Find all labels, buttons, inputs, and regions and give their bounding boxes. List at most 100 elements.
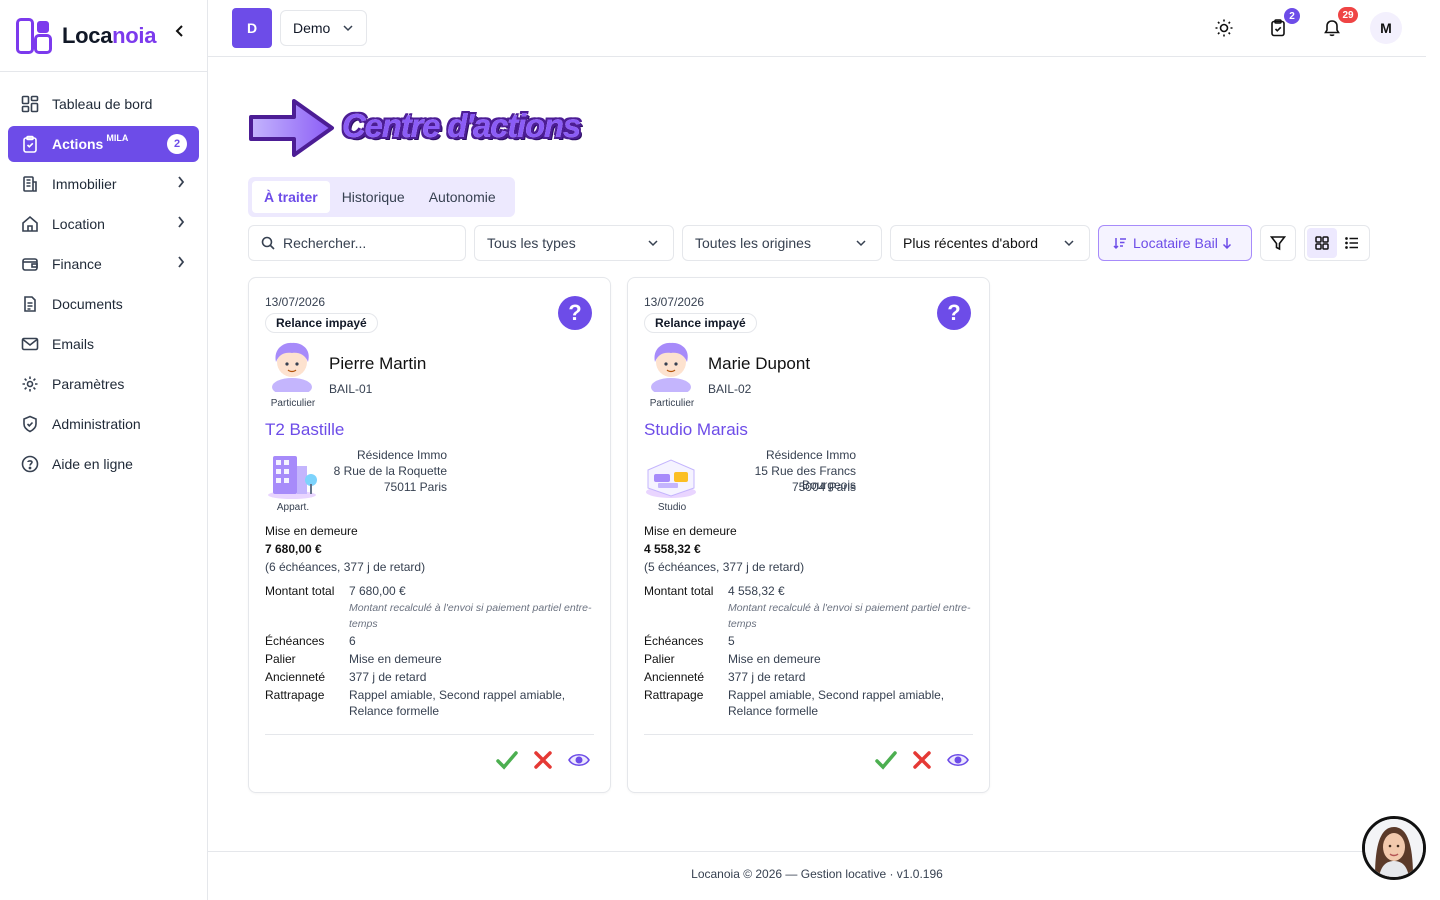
organization-select[interactable]: Demo <box>280 10 367 46</box>
approve-check-icon[interactable] <box>495 748 519 772</box>
echeances-value: 6 <box>349 634 356 648</box>
brand-name: Locanoia <box>62 22 157 48</box>
list-view-icon[interactable] <box>1337 228 1367 258</box>
origin-filter-select[interactable]: Toutes les origines <box>682 225 882 261</box>
total-value: 7 680,00 € <box>349 584 406 598</box>
question-mark-icon[interactable]: ? <box>558 296 592 330</box>
tenant-avatar <box>651 342 691 392</box>
tenant-avatar <box>272 342 312 392</box>
tab-autonomie[interactable]: Autonomie <box>417 181 508 213</box>
rattrapage-label: Rattrapage <box>644 688 704 702</box>
property-type: Studio <box>657 502 687 513</box>
address-line-1: Résidence Immo <box>765 448 856 462</box>
echeances-value: 5 <box>728 634 735 648</box>
chevron-down-icon <box>342 21 354 38</box>
tenant-name: Pierre Martin <box>329 354 427 373</box>
action-card: 13/07/2026 Relance impayé ? Particulier … <box>248 277 611 793</box>
tab-historique[interactable]: Historique <box>330 181 417 213</box>
footer-text: Locanoia © 2026 — Gestion locative · v1.… <box>691 867 943 881</box>
type-filter-select[interactable]: Tous les types <box>474 225 674 261</box>
stage-label: Mise en demeure <box>265 524 358 538</box>
reject-cross-icon[interactable] <box>910 748 934 772</box>
shield-icon <box>20 414 40 434</box>
sidebar-item-label: Paramètres <box>52 376 125 392</box>
sidebar-item-location[interactable]: Location <box>8 206 199 242</box>
palier-value: Mise en demeure <box>728 652 821 666</box>
sidebar-item-label: Administration <box>52 416 141 432</box>
anciennete-label: Ancienneté <box>644 670 705 684</box>
total-label: Montant total <box>644 584 714 598</box>
sidebar-item-immobilier[interactable]: Immobilier <box>8 166 199 202</box>
tenant-category: Particulier <box>270 398 316 409</box>
total-label: Montant total <box>265 584 335 598</box>
tab-a-traiter[interactable]: À traiter <box>252 181 330 213</box>
stage-label: Mise en demeure <box>644 524 737 538</box>
user-avatar[interactable]: M <box>1370 12 1402 44</box>
address-line-3: 75011 Paris <box>383 480 447 494</box>
chevron-right-icon <box>177 255 185 272</box>
chevron-down-icon <box>1063 236 1075 253</box>
overdue-amount: 7 680,00 € <box>265 542 322 556</box>
overdue-detail: (6 échéances, 377 j de retard) <box>265 560 426 574</box>
palier-value: Mise en demeure <box>349 652 442 666</box>
studio-room-icon <box>646 459 696 498</box>
sidebar-item-finance[interactable]: Finance <box>8 246 199 282</box>
search-icon <box>261 236 275 250</box>
sidebar-item-emails[interactable]: Emails <box>8 326 199 362</box>
action-date: 13/07/2026 <box>265 295 326 309</box>
org-initial-badge[interactable]: D <box>232 8 272 48</box>
anciennete-value: 377 j de retard <box>728 670 806 684</box>
total-value: 4 558,32 € <box>728 584 785 598</box>
search-input[interactable]: Rechercher... <box>248 225 466 261</box>
chevron-left-icon[interactable] <box>175 24 185 43</box>
action-date: 13/07/2026 <box>644 295 705 309</box>
mila-superscript: MILA <box>106 133 129 143</box>
lease-reference: BAIL-01 <box>329 382 373 396</box>
grid-view-icon[interactable] <box>1307 228 1337 258</box>
rattrapage-value-1: Rappel amiable, Second rappel amiable, <box>728 688 945 702</box>
dashboard-icon <box>20 94 40 114</box>
sidebar-item-label: Actions <box>52 136 104 152</box>
sidebar-item-documents[interactable]: Documents <box>8 286 199 322</box>
view-eye-icon[interactable] <box>946 748 970 772</box>
property-name-link[interactable]: T2 Bastille <box>265 420 344 440</box>
brand-logo-icon <box>16 17 52 54</box>
chevron-down-icon <box>647 236 659 253</box>
view-eye-icon[interactable] <box>567 748 591 772</box>
approve-check-icon[interactable] <box>874 748 898 772</box>
sidebar-item-aide-en-ligne[interactable]: Aide en ligne <box>8 446 199 482</box>
apartment-building-icon <box>268 456 317 499</box>
theme-toggle-sun-icon[interactable] <box>1212 16 1236 40</box>
chevron-right-icon <box>177 175 185 192</box>
order-select-value: Plus récentes d'abord <box>903 235 1038 251</box>
sidebar-item-administration[interactable]: Administration <box>8 406 199 442</box>
sort-by-button[interactable]: Locataire Bail <box>1098 225 1252 261</box>
order-select[interactable]: Plus récentes d'abord <box>890 225 1090 261</box>
sidebar-item-tableau-de-bord[interactable]: Tableau de bord <box>8 86 199 122</box>
sidebar-item-label: Documents <box>52 296 123 312</box>
organization-select-value: Demo <box>293 20 331 36</box>
property-name-link[interactable]: Studio Marais <box>644 420 748 440</box>
sidebar-item-parametres[interactable]: Paramètres <box>8 366 199 402</box>
card-divider <box>265 734 594 735</box>
mail-icon <box>20 334 40 354</box>
sort-lines-icon <box>1113 236 1127 250</box>
action-tabs: À traiter Historique Autonomie <box>248 177 515 217</box>
action-type-badge: Relance impayé <box>265 313 378 333</box>
footer-divider <box>208 851 1426 852</box>
palier-label: Palier <box>644 652 675 666</box>
reject-cross-icon[interactable] <box>531 748 555 772</box>
sidebar-item-actions[interactable]: Actions MILA 2 <box>8 126 199 162</box>
chevron-right-icon <box>177 215 185 232</box>
type-filter-value: Tous les types <box>487 235 576 251</box>
palier-label: Palier <box>265 652 296 666</box>
home-icon <box>20 214 40 234</box>
action-card: 13/07/2026 Relance impayé ? Particulier … <box>627 277 990 793</box>
chevron-down-icon <box>855 236 867 253</box>
assistant-portrait-icon <box>1365 819 1423 877</box>
assistant-avatar-button[interactable] <box>1362 816 1426 880</box>
property-type: Appart. <box>276 502 310 513</box>
filter-button[interactable] <box>1260 225 1296 261</box>
question-mark-icon[interactable]: ? <box>937 296 971 330</box>
lease-reference: BAIL-02 <box>708 382 752 396</box>
